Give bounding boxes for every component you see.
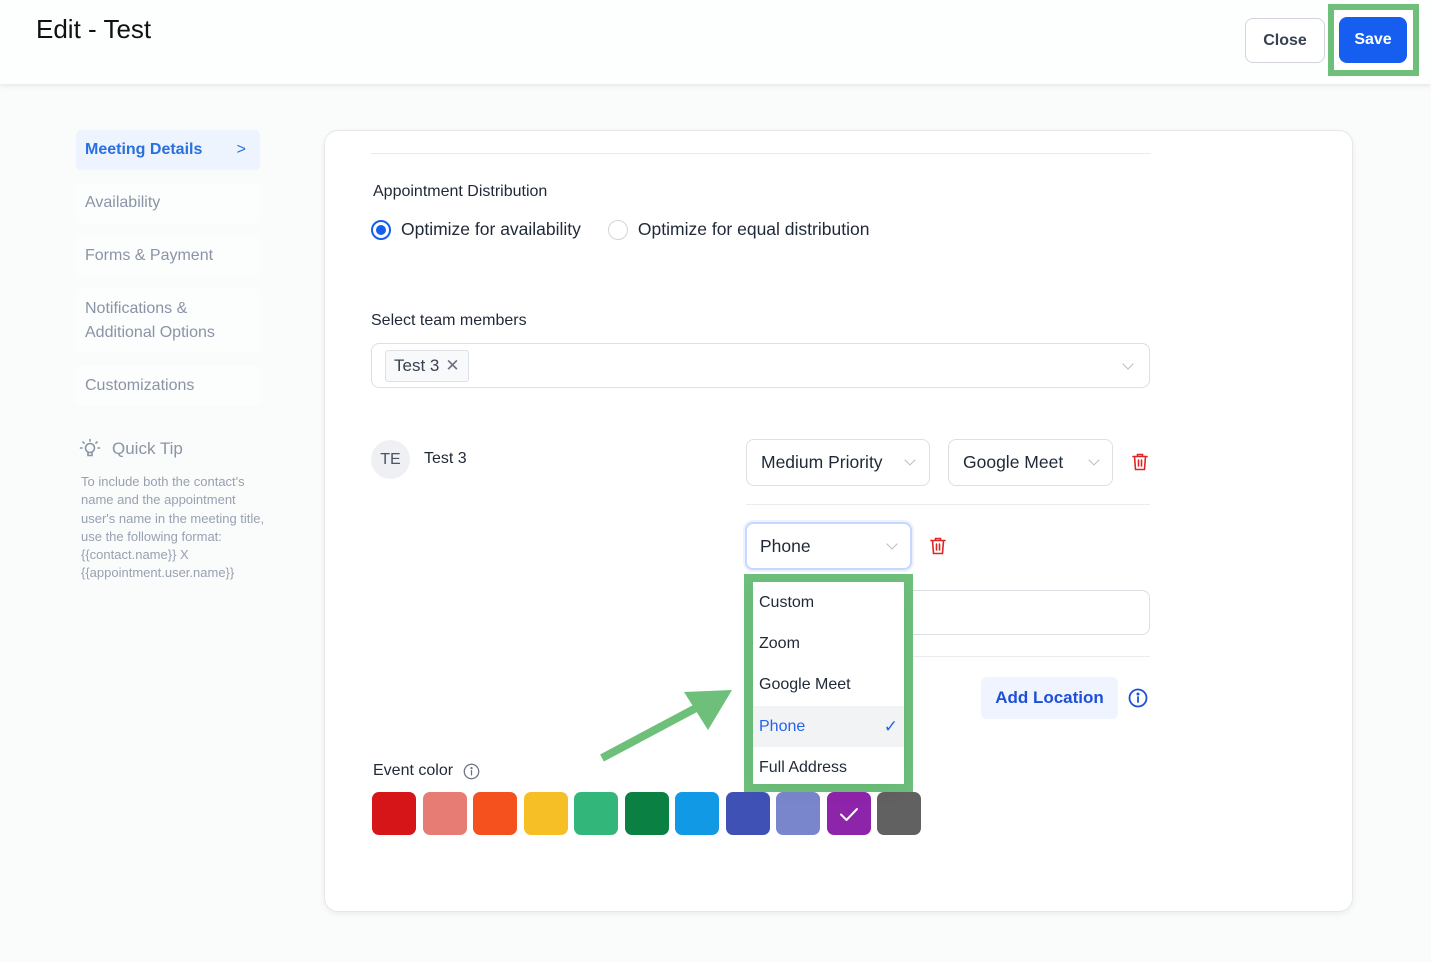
- annotation-arrow-icon: [600, 690, 732, 762]
- trash-icon[interactable]: [1131, 452, 1149, 472]
- radio-label[interactable]: Optimize for equal distribution: [638, 219, 870, 240]
- sidebar-item-availability[interactable]: Availability: [76, 183, 260, 223]
- dropdown-option[interactable]: Full Address: [753, 747, 904, 788]
- member-name: Test 3: [424, 450, 467, 467]
- member-tag: Test 3 ✕: [385, 350, 469, 382]
- team-members-select[interactable]: Test 3 ✕: [371, 343, 1150, 388]
- add-location-button[interactable]: Add Location: [981, 677, 1118, 719]
- sidebar-item-label: Customizations: [85, 377, 195, 394]
- location-dropdown-menu: Custom Zoom Google Meet Phone ✓ Full Address: [753, 582, 904, 784]
- event-color-label: Event color: [373, 762, 480, 780]
- radio-optimize-availability[interactable]: [371, 219, 391, 240]
- priority-value: Medium Priority: [761, 452, 883, 472]
- priority-select[interactable]: Medium Priority: [746, 439, 930, 486]
- dropdown-option[interactable]: Google Meet: [753, 665, 904, 706]
- color-swatch[interactable]: [675, 792, 719, 835]
- dropdown-option-label: Custom: [759, 593, 815, 611]
- color-swatch[interactable]: [574, 792, 618, 835]
- dropdown-option[interactable]: Custom: [753, 582, 904, 623]
- divider: [905, 656, 1150, 657]
- dropdown-option[interactable]: Zoom: [753, 623, 904, 664]
- sidebar-item-label: Meeting Details: [85, 141, 203, 158]
- remove-tag-icon[interactable]: ✕: [445, 356, 459, 376]
- divider: [371, 153, 1151, 154]
- sidebar-item-label: Availability: [85, 194, 161, 211]
- check-icon: ✓: [883, 716, 898, 736]
- radio-optimize-equal[interactable]: [607, 219, 628, 240]
- trash-icon[interactable]: [929, 536, 947, 556]
- quick-tip: Quick Tip To include both the contact's …: [78, 437, 268, 583]
- radio-label[interactable]: Optimize for availability: [401, 219, 581, 240]
- page-title: Edit - Test: [36, 14, 152, 44]
- dropdown-option-label: Google Meet: [759, 676, 851, 694]
- sidebar-item-label: Forms & Payment: [85, 247, 214, 264]
- dropdown-option-label: Full Address: [759, 758, 848, 776]
- location-value: Google Meet: [963, 452, 1064, 472]
- close-button[interactable]: Close: [1245, 18, 1325, 63]
- sidebar-item-meeting-details[interactable]: Meeting Details >: [76, 130, 260, 170]
- avatar: TE: [371, 440, 410, 479]
- color-swatch[interactable]: [422, 792, 467, 835]
- save-button[interactable]: Save: [1339, 17, 1407, 63]
- color-swatch[interactable]: [372, 792, 416, 835]
- location-select-secondary[interactable]: Phone: [745, 522, 912, 570]
- lightbulb-icon: [79, 438, 101, 457]
- color-swatch[interactable]: [624, 792, 669, 835]
- dropdown-option[interactable]: Phone ✓: [753, 705, 904, 748]
- chevron-down-icon: [1122, 358, 1134, 370]
- color-swatch-list: [372, 792, 921, 835]
- color-swatch[interactable]: [523, 792, 568, 835]
- check-icon: [839, 807, 858, 821]
- color-swatch[interactable]: [877, 792, 921, 835]
- color-swatch[interactable]: [725, 792, 770, 835]
- info-icon[interactable]: [463, 763, 480, 780]
- quick-tip-body: To include both the contact's name and t…: [81, 474, 265, 581]
- distribution-radio-group: Optimize for availability Optimize for e…: [371, 219, 896, 240]
- member-tag-label: Test 3: [394, 356, 440, 375]
- appointment-distribution-label: Appointment Distribution: [373, 183, 548, 200]
- quick-tip-header: Quick Tip: [78, 437, 268, 461]
- color-swatch[interactable]: [826, 792, 871, 835]
- sidebar-item-forms-payment[interactable]: Forms & Payment: [76, 236, 260, 276]
- color-swatch[interactable]: [776, 792, 820, 835]
- dropdown-option-label: Phone: [759, 717, 806, 735]
- location-select-primary[interactable]: Google Meet: [948, 439, 1113, 486]
- quick-tip-title: Quick Tip: [112, 439, 183, 458]
- sidebar-item-customizations[interactable]: Customizations: [76, 366, 260, 406]
- divider: [746, 504, 1150, 505]
- dropdown-option-label: Zoom: [759, 634, 800, 652]
- page-header: Edit - Test: [0, 0, 1431, 84]
- sidebar-nav: Meeting Details > Availability Forms & P…: [76, 130, 260, 419]
- chevron-down-icon: [886, 538, 898, 550]
- location-detail-input[interactable]: [905, 590, 1150, 635]
- info-icon[interactable]: [1128, 688, 1148, 708]
- event-color-text: Event color: [373, 762, 454, 779]
- sidebar-item-label: Notifications & Additional Options: [85, 300, 215, 341]
- color-swatch[interactable]: [473, 792, 517, 835]
- location-value: Phone: [760, 535, 811, 556]
- sidebar-item-notifications[interactable]: Notifications & Additional Options: [76, 289, 260, 353]
- select-team-members-label: Select team members: [371, 312, 527, 329]
- chevron-down-icon: [904, 454, 916, 466]
- chevron-right-icon: >: [236, 141, 246, 158]
- chevron-down-icon: [1088, 454, 1100, 466]
